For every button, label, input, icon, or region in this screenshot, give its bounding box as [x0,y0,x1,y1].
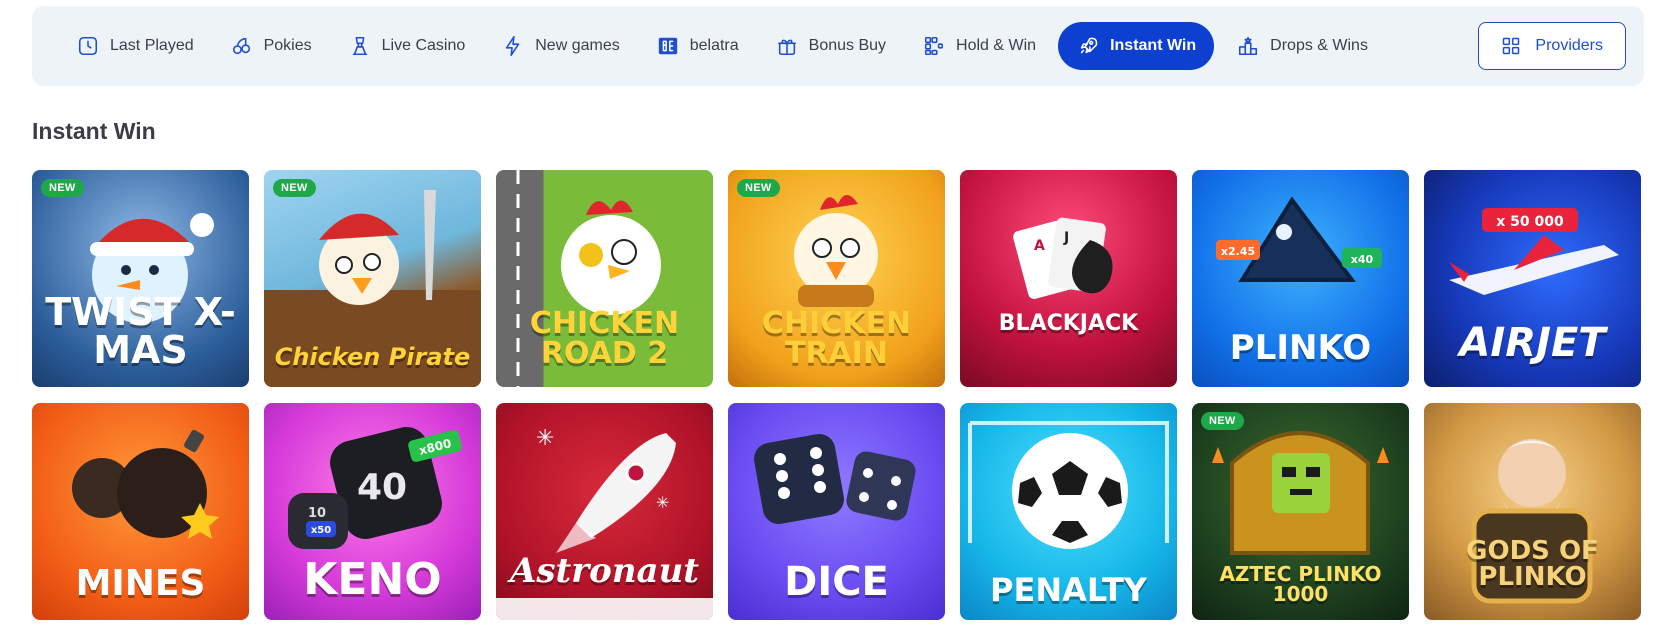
svg-text:✳: ✳ [656,493,669,512]
game-title: Astronaut [510,551,699,591]
game-tile-dice[interactable]: DICE [728,403,945,620]
clock-icon [76,34,100,58]
game-title: BLACKJACK [998,311,1139,336]
rocket-icon [1076,34,1100,58]
category-label: New games [535,37,620,54]
category-new-games[interactable]: New games [487,22,633,70]
category-label: Instant Win [1110,37,1197,54]
game-tile-penalty[interactable]: PENALTY [960,403,1177,620]
game-tile-chicken-road-2[interactable]: CHICKEN ROAD 2 [496,170,713,387]
category-live-casino[interactable]: Live Casino [334,22,480,70]
game-tile-mines[interactable]: MINES [32,403,249,620]
category-hold-and-win[interactable]: Hold & Win [908,22,1050,70]
providers-grid-icon [1503,37,1520,55]
category-belatra[interactable]: belatra [642,22,753,70]
game-title: KENO [303,554,442,605]
lightning-icon [501,34,525,58]
svg-text:A: A [1034,238,1045,254]
game-tile-gods-of-plinko[interactable]: GODS OF PLINKO [1424,403,1641,620]
svg-text:J: J [1063,230,1069,246]
svg-text:✳: ✳ [536,426,554,451]
game-title: TWIST X-MAS [45,290,236,372]
category-label: Drops & Wins [1270,37,1368,54]
multiplier-tag: x40 [1351,253,1374,266]
game-tile-twist-xmas[interactable]: NEW TWIST X-MAS [32,170,249,387]
new-badge: NEW [737,179,780,197]
category-drops-and-wins[interactable]: Drops & Wins [1222,22,1382,70]
multiplier-tag: x2.45 [1221,245,1255,258]
new-badge: NEW [273,179,316,197]
game-tile-keno[interactable]: 40 x800 10 x50 KENO [264,403,481,620]
playing-cards-illustration: A J [1013,217,1113,299]
game-tile-astronaut[interactable]: ✳ ✳ Astronaut [496,403,713,620]
category-list: Last Played Pokies Live Casino New games [62,22,1478,70]
game-title: AIRJET [1459,320,1606,366]
game-tile-airjet[interactable]: x 50 000 AIRJET [1424,170,1641,387]
belatra-logo-icon [656,34,680,58]
game-grid: NEW TWIST X-MAS NEW Chicken Pirate CHICK… [32,170,1644,620]
category-label: Hold & Win [956,37,1037,54]
category-instant-win[interactable]: Instant Win [1058,22,1215,70]
category-label: Pokies [263,37,312,54]
podium-icon [1236,34,1260,58]
game-title: PENALTY [990,571,1147,609]
grid-dots-icon [922,34,946,58]
game-title: Chicken Pirate [274,343,471,371]
providers-button[interactable]: Providers [1478,22,1626,70]
category-bar: Last Played Pokies Live Casino New games [32,6,1644,86]
category-last-played[interactable]: Last Played [62,22,208,70]
game-tile-blackjack[interactable]: A J BLACKJACK [960,170,1177,387]
new-badge: NEW [41,179,84,197]
multiplier-tag: x50 [311,525,331,536]
multiplier-tag: x 50 000 [1496,214,1564,230]
game-tile-chicken-train[interactable]: NEW CHICKEN TRAIN [728,170,945,387]
game-tile-plinko[interactable]: x2.45 x40 PLINKO [1192,170,1409,387]
keno-number: 40 [357,467,407,508]
category-label: belatra [689,37,739,54]
category-pokies[interactable]: Pokies [216,22,326,70]
category-bonus-buy[interactable]: Bonus Buy [761,22,900,70]
game-title: PLINKO [1229,328,1372,368]
category-label: Bonus Buy [808,37,887,54]
game-title: DICE [784,559,889,605]
game-title: GODS OF PLINKO [1466,536,1599,592]
gift-icon [775,34,799,58]
cherries-icon [230,34,254,58]
category-label: Last Played [110,37,194,54]
game-title: MINES [75,563,206,604]
game-tile-chicken-pirate[interactable]: NEW Chicken Pirate [264,170,481,387]
keno-number: 10 [308,506,326,521]
category-label: Live Casino [381,37,466,54]
game-title: CHICKEN TRAIN [761,306,912,371]
providers-label: Providers [1535,37,1603,54]
game-tile-aztec-plinko-1000[interactable]: NEW AZTEC PLINKO 1000 [1192,403,1409,620]
dealer-icon [348,34,372,58]
game-title: CHICKEN ROAD 2 [529,306,680,371]
new-badge: NEW [1201,412,1244,430]
section-title: Instant Win [32,118,156,144]
game-title: AZTEC PLINKO 1000 [1219,562,1382,606]
